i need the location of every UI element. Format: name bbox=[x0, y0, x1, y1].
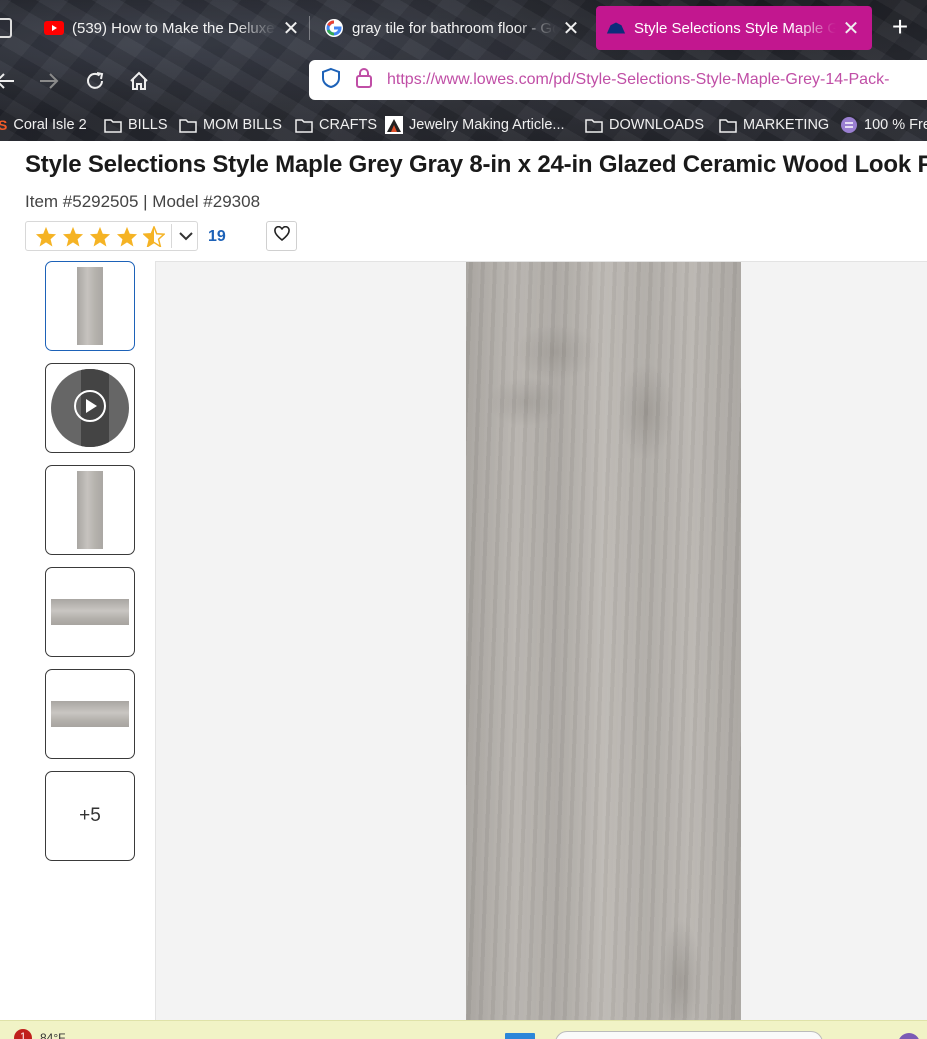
chevron-down-icon[interactable] bbox=[176, 226, 196, 246]
tab-title: (539) How to Make the Deluxe Ultimate bbox=[72, 19, 276, 37]
reload-icon[interactable] bbox=[80, 66, 110, 96]
close-icon[interactable]: ✕ bbox=[280, 17, 302, 40]
bookmark-label: BILLS bbox=[128, 117, 168, 133]
bookmark-marketing[interactable]: MARKETING bbox=[719, 114, 829, 136]
thumbnail-image-4[interactable] bbox=[45, 567, 135, 657]
navigation-bar: https://www.lowes.com/pd/Style-Selection… bbox=[0, 58, 927, 104]
more-images-count: +5 bbox=[79, 805, 101, 826]
bookmark-coral-isle[interactable]: S Coral Isle 2 bbox=[0, 114, 87, 136]
tab-title: Style Selections Style Maple Grey bbox=[634, 19, 836, 37]
folder-icon bbox=[295, 118, 313, 133]
tray-app-icon[interactable] bbox=[898, 1033, 920, 1039]
bookmark-label: 100 % Fre bbox=[864, 117, 927, 133]
folder-icon bbox=[719, 118, 737, 133]
tile-thumbnail-vertical bbox=[77, 471, 103, 549]
star-half-icon bbox=[140, 224, 167, 248]
close-icon[interactable]: ✕ bbox=[840, 17, 862, 40]
favorite-button[interactable] bbox=[266, 221, 297, 251]
star-full-icon bbox=[113, 224, 140, 248]
bookmark-label: MARKETING bbox=[743, 117, 830, 133]
lock-icon[interactable] bbox=[355, 67, 373, 94]
thumbnail-video[interactable] bbox=[45, 363, 135, 453]
main-product-image-viewer[interactable] bbox=[155, 261, 927, 1020]
back-arrow-icon[interactable] bbox=[0, 66, 20, 96]
tab-google[interactable]: gray tile for bathroom floor - Google ✕ bbox=[324, 6, 582, 50]
os-taskbar: 1 84°F bbox=[0, 1020, 927, 1039]
tile-thumbnail-vertical bbox=[77, 267, 103, 345]
thumbnail-image-5[interactable] bbox=[45, 669, 135, 759]
bookmark-label: Coral Isle 2 bbox=[13, 117, 87, 133]
url-text: https://www.lowes.com/pd/Style-Selection… bbox=[387, 71, 890, 88]
bookmark-downloads[interactable]: DOWNLOADS bbox=[585, 114, 704, 136]
bookmarks-bar: S Coral Isle 2 BILLS MOM BILLS CRAFTS Je… bbox=[0, 108, 927, 140]
heart-icon bbox=[273, 225, 290, 246]
forward-arrow-icon[interactable] bbox=[34, 66, 64, 96]
bookmark-label: DOWNLOADS bbox=[609, 117, 705, 133]
product-page: Style Selections Style Maple Grey Gray 8… bbox=[0, 141, 927, 1020]
tile-thumbnail-horizontal bbox=[51, 599, 129, 625]
shield-icon[interactable] bbox=[321, 67, 341, 94]
product-title: Style Selections Style Maple Grey Gray 8… bbox=[25, 151, 927, 178]
youtube-icon bbox=[44, 18, 64, 38]
thumbnail-more-button[interactable]: +5 bbox=[45, 771, 135, 861]
bookmark-label: MOM BILLS bbox=[203, 117, 282, 133]
home-icon[interactable] bbox=[124, 66, 154, 96]
google-icon bbox=[324, 18, 344, 38]
bookmark-label: CRAFTS bbox=[319, 117, 377, 133]
weather-temperature[interactable]: 84°F bbox=[40, 1031, 65, 1039]
browser-chrome: (539) How to Make the Deluxe Ultimate ✕ … bbox=[0, 0, 927, 141]
tab-title: gray tile for bathroom floor - Google bbox=[352, 19, 556, 37]
new-tab-button[interactable]: + bbox=[887, 13, 913, 41]
site-icon bbox=[840, 116, 858, 134]
tab-overview-icon[interactable] bbox=[0, 18, 12, 38]
star-full-icon bbox=[59, 224, 86, 248]
video-thumbnail bbox=[51, 369, 129, 447]
folder-icon bbox=[585, 118, 603, 133]
bookmark-jewelry[interactable]: Jewelry Making Article... bbox=[385, 114, 565, 136]
play-icon bbox=[73, 389, 107, 428]
taskbar-search-box[interactable] bbox=[555, 1031, 823, 1039]
tab-bar: (539) How to Make the Deluxe Ultimate ✕ … bbox=[0, 0, 927, 56]
item-model-number: Item #5292505 | Model #29308 bbox=[25, 192, 261, 211]
wood-look-tile-image bbox=[466, 262, 741, 1020]
bookmark-label: Jewelry Making Article... bbox=[409, 117, 565, 133]
bookmark-crafts[interactable]: CRAFTS bbox=[295, 114, 377, 136]
site-icon bbox=[385, 116, 403, 134]
rating-divider bbox=[171, 224, 172, 248]
weather-notification-badge[interactable]: 1 bbox=[14, 1029, 32, 1039]
review-count-link[interactable]: 19 bbox=[208, 228, 226, 246]
tile-thumbnail-horizontal bbox=[51, 701, 129, 727]
close-icon[interactable]: ✕ bbox=[560, 17, 582, 40]
lowes-icon bbox=[606, 18, 626, 38]
folder-icon bbox=[179, 118, 197, 133]
thumbnail-image-1[interactable] bbox=[45, 261, 135, 351]
tab-lowes-active[interactable]: Style Selections Style Maple Grey ✕ bbox=[596, 6, 872, 50]
windows-start-icon[interactable] bbox=[505, 1033, 535, 1039]
rating-summary[interactable] bbox=[25, 221, 198, 251]
site-icon: S bbox=[0, 117, 8, 133]
bookmark-mom-bills[interactable]: MOM BILLS bbox=[179, 114, 282, 136]
star-full-icon bbox=[32, 224, 59, 248]
star-full-icon bbox=[86, 224, 113, 248]
address-bar[interactable]: https://www.lowes.com/pd/Style-Selection… bbox=[309, 60, 927, 100]
bookmark-free[interactable]: 100 % Fre bbox=[840, 114, 927, 136]
thumbnail-image-3[interactable] bbox=[45, 465, 135, 555]
tab-youtube[interactable]: (539) How to Make the Deluxe Ultimate ✕ bbox=[44, 6, 302, 50]
tab-separator bbox=[309, 16, 310, 40]
folder-icon bbox=[104, 118, 122, 133]
bookmark-bills[interactable]: BILLS bbox=[104, 114, 168, 136]
